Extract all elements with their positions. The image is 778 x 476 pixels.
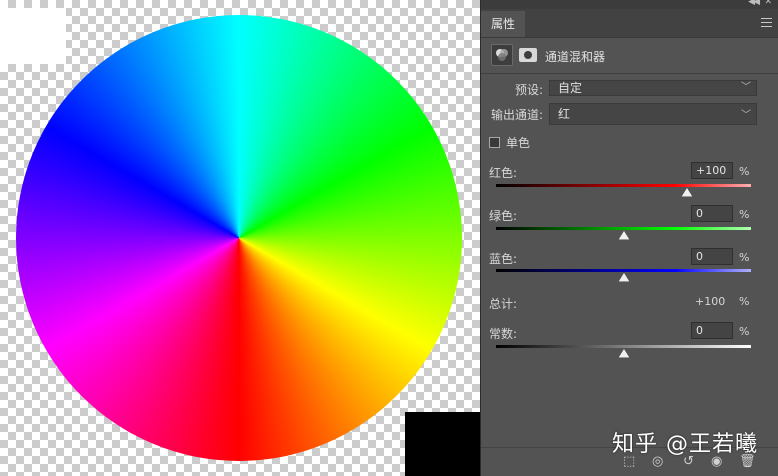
blue-slider-track[interactable] — [496, 269, 751, 272]
output-channel-value: 红 — [558, 107, 571, 121]
red-label: 红色: — [489, 166, 518, 180]
output-channel-label: 输出通道: — [491, 108, 544, 122]
white-swatch — [0, 8, 66, 64]
blue-value-input[interactable]: 0 — [691, 248, 733, 265]
collapse-icon[interactable]: ◀◀ — [748, 0, 760, 7]
panel-top-strip: ◀◀ ✕ — [481, 0, 778, 9]
chevron-down-icon: ﹀ — [741, 110, 751, 121]
watermark: 知乎 @王若曦 — [612, 432, 758, 457]
green-label: 绿色: — [489, 209, 518, 223]
total-value: +100 — [695, 295, 726, 308]
blue-label: 蓝色: — [489, 252, 518, 266]
blue-unit: % — [739, 251, 750, 264]
panel-tab-bar: 属性 — [481, 9, 778, 38]
green-unit: % — [739, 208, 750, 221]
blue-slider-thumb[interactable] — [618, 273, 629, 282]
output-channel-select[interactable]: 红 ﹀ — [549, 103, 757, 125]
layer-mask-icon[interactable] — [519, 48, 537, 62]
red-value-input[interactable]: +100 — [691, 162, 733, 179]
preset-label: 预设: — [515, 83, 544, 97]
tab-properties[interactable]: 属性 — [481, 11, 525, 37]
close-icon[interactable]: ✕ — [764, 0, 772, 7]
constant-slider-track[interactable] — [496, 345, 751, 348]
total-label: 总计: — [489, 297, 518, 311]
document-canvas[interactable] — [0, 0, 480, 476]
adjustment-header: 通道混和器 — [489, 44, 769, 68]
green-slider-track[interactable] — [496, 227, 751, 230]
preset-select[interactable]: 自定 ﹀ — [549, 80, 757, 96]
adjustment-title: 通道混和器 — [545, 50, 606, 64]
monochrome-label: 单色 — [506, 136, 531, 150]
green-value-input[interactable]: 0 — [691, 205, 733, 222]
red-slider-thumb[interactable] — [682, 188, 693, 197]
red-unit: % — [739, 165, 750, 178]
constant-value-input[interactable]: 0 — [691, 322, 733, 339]
properties-panel: ◀◀ ✕ 属性 通道混和器 预设: 自定 ﹀ 输出通道: 红 ﹀ 单色 红色: … — [480, 0, 778, 476]
red-slider-track[interactable] — [496, 184, 751, 187]
panel-menu-icon[interactable] — [761, 18, 772, 27]
preset-value: 自定 — [558, 81, 583, 95]
total-unit: % — [739, 295, 750, 308]
monochrome-checkbox[interactable] — [489, 137, 500, 148]
constant-label: 常数: — [489, 327, 518, 341]
channel-mixer-icon — [491, 44, 513, 66]
green-slider-thumb[interactable] — [618, 231, 629, 240]
black-swatch — [405, 412, 480, 476]
constant-unit: % — [739, 325, 750, 338]
constant-slider-thumb[interactable] — [618, 349, 629, 358]
color-wheel — [16, 15, 462, 461]
divider — [481, 73, 778, 74]
chevron-down-icon: ﹀ — [741, 82, 751, 93]
